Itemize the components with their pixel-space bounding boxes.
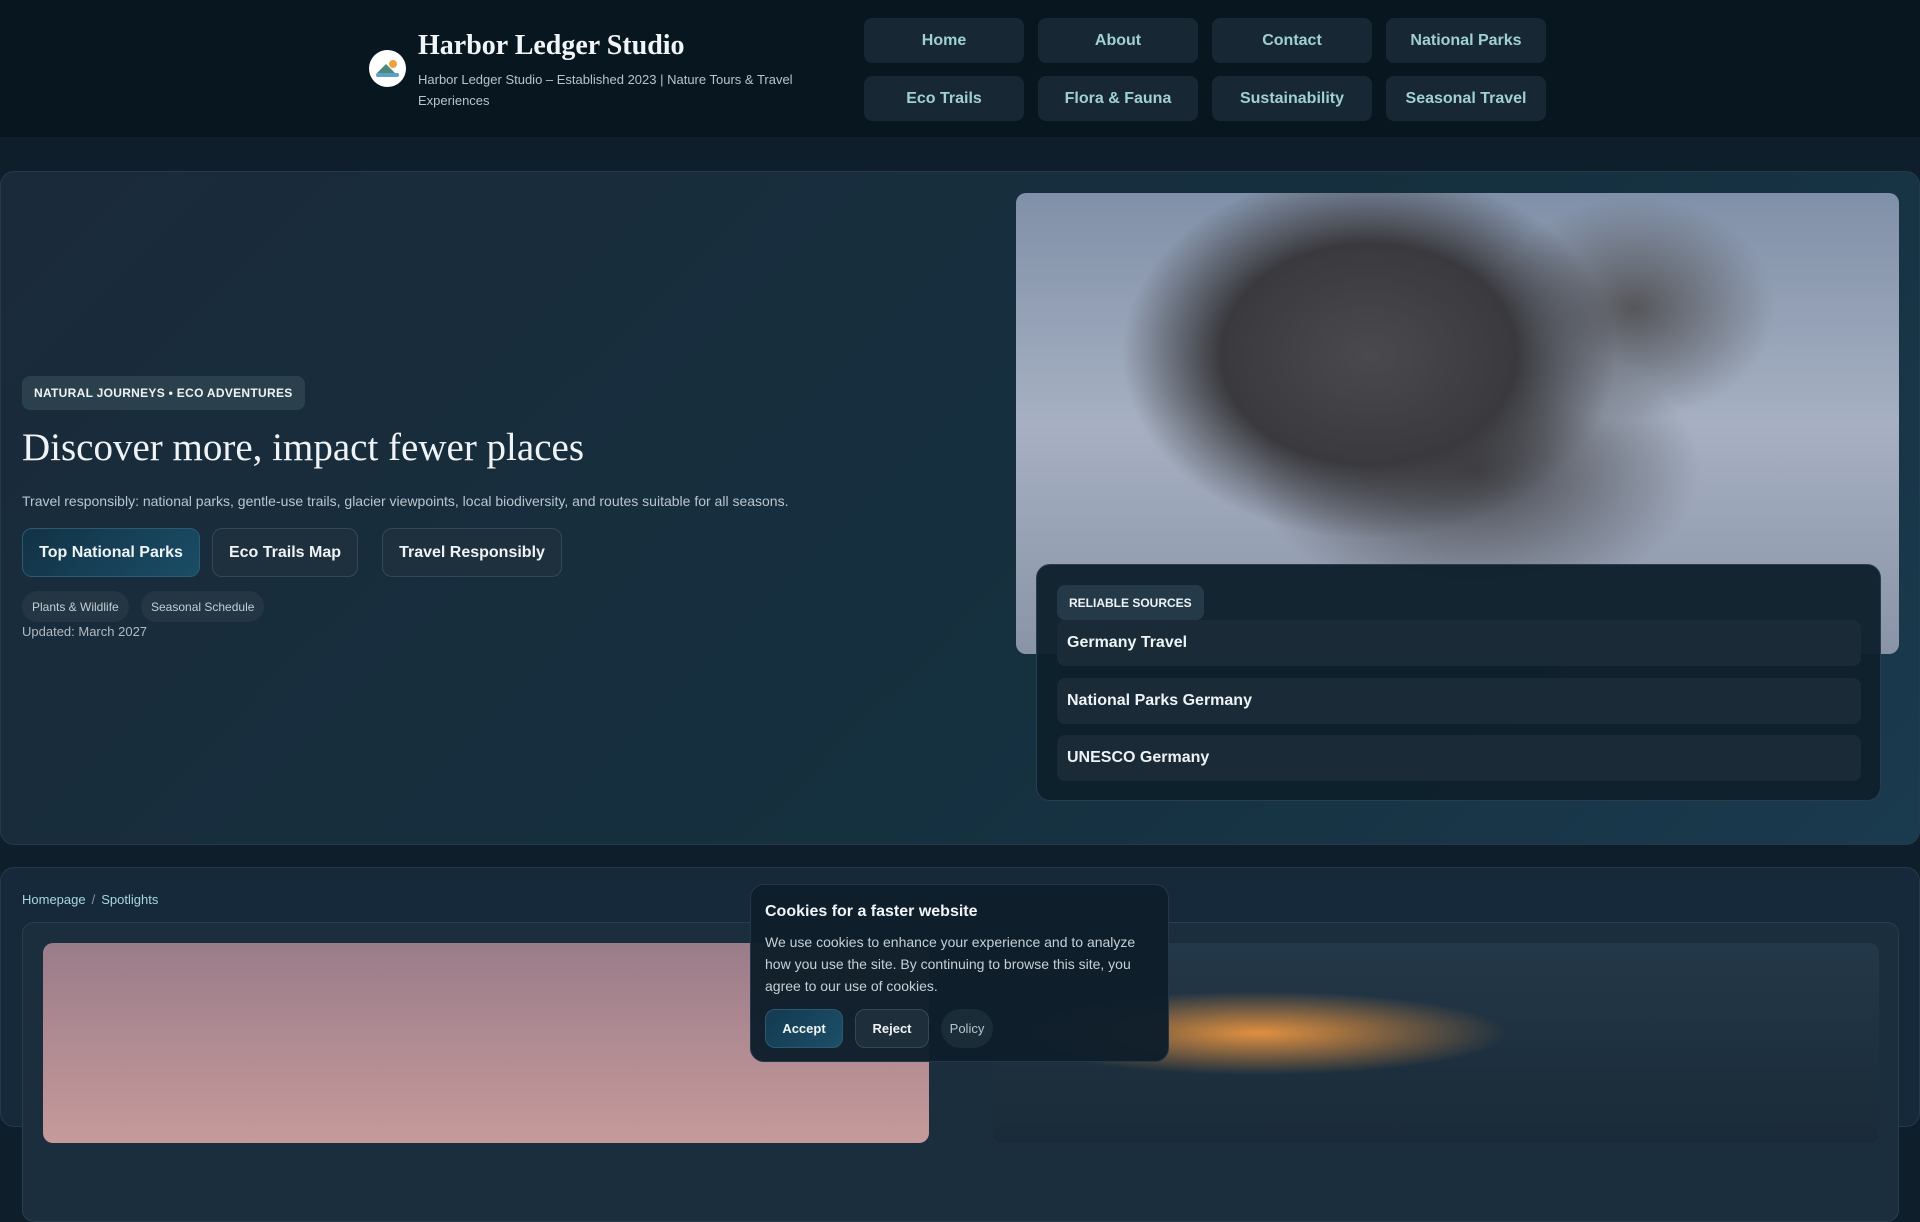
hero-section: NATURAL JOURNEYS • ECO ADVENTURES Discov… <box>0 171 1920 845</box>
breadcrumb: Homepage / Spotlights <box>22 892 159 907</box>
updated-date: Updated: March 2027 <box>22 624 148 639</box>
hero-description: Travel responsibly: national parks, gent… <box>22 493 789 509</box>
reliable-sources-card: RELIABLE SOURCES Germany Travel National… <box>1036 564 1881 801</box>
travel-responsibly-button[interactable]: Travel Responsibly <box>382 528 562 577</box>
cookie-title: Cookies for a faster website <box>765 903 978 920</box>
site-title[interactable]: Harbor Ledger Studio <box>418 30 685 62</box>
eco-trails-map-button[interactable]: Eco Trails Map <box>212 528 358 577</box>
main-nav: Home About Contact National Parks Eco Tr… <box>864 18 1546 121</box>
nav-sustainability[interactable]: Sustainability <box>1212 76 1372 121</box>
chip-plants-wildlife[interactable]: Plants & Wildlife <box>22 591 129 622</box>
nav-eco-trails[interactable]: Eco Trails <box>864 76 1024 121</box>
source-link[interactable]: UNESCO Germany <box>1057 735 1861 781</box>
source-link[interactable]: Germany Travel <box>1057 620 1861 666</box>
nav-about[interactable]: About <box>1038 18 1198 63</box>
reliable-sources-badge: RELIABLE SOURCES <box>1057 585 1204 620</box>
chip-seasonal-schedule[interactable]: Seasonal Schedule <box>141 591 265 622</box>
hero-eyebrow-badge: NATURAL JOURNEYS • ECO ADVENTURES <box>22 376 305 410</box>
site-header: Harbor Ledger Studio Harbor Ledger Studi… <box>0 0 1920 137</box>
cookie-text: We use cookies to enhance your experienc… <box>765 934 1136 994</box>
site-subtitle: Harbor Ledger Studio – Established 2023 … <box>418 72 793 108</box>
hero-title: Discover more, impact fewer places <box>22 426 584 469</box>
accept-cookies-button[interactable]: Accept <box>765 1009 843 1048</box>
nav-home[interactable]: Home <box>864 18 1024 63</box>
source-link[interactable]: National Parks Germany <box>1057 678 1861 724</box>
cookie-banner: Cookies for a faster website We use cook… <box>750 884 1169 1062</box>
breadcrumb-homepage[interactable]: Homepage <box>22 892 86 907</box>
nav-contact[interactable]: Contact <box>1212 18 1372 63</box>
cookie-policy-link[interactable]: Policy <box>941 1009 993 1048</box>
breadcrumb-spotlights: Spotlights <box>101 892 159 907</box>
nav-national-parks[interactable]: National Parks <box>1386 18 1546 63</box>
reject-cookies-button[interactable]: Reject <box>855 1009 929 1048</box>
nav-flora-fauna[interactable]: Flora & Fauna <box>1038 76 1198 121</box>
nav-seasonal-travel[interactable]: Seasonal Travel <box>1386 76 1546 121</box>
top-national-parks-button[interactable]: Top National Parks <box>22 528 200 577</box>
logo-icon[interactable] <box>369 50 406 87</box>
